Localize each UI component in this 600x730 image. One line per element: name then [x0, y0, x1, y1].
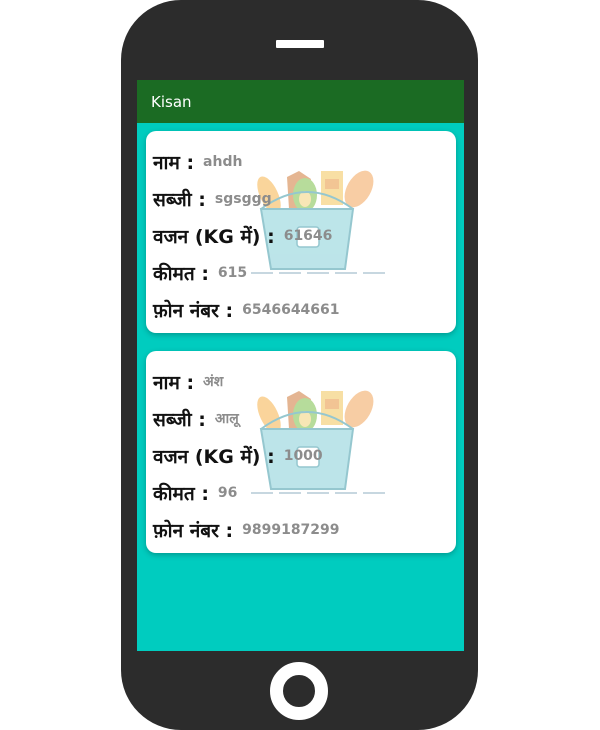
name-value: अंश [203, 374, 224, 390]
listing-card[interactable]: नाम : ahdh सब्जी : sgsggg वजन (KG में) :… [146, 131, 456, 333]
name-label: नाम : [153, 371, 195, 394]
phone-label: फ़ोन नंबर : [153, 299, 234, 322]
vegetable-label: सब्जी : [153, 408, 206, 431]
price-label: कीमत : [153, 482, 209, 505]
price-row: कीमत : 615 [153, 254, 456, 291]
phone-row: फ़ोन नंबर : 9899187299 [153, 511, 456, 548]
vegetable-row: सब्जी : sgsggg [153, 180, 456, 217]
name-value: ahdh [203, 153, 243, 170]
vegetable-row: सब्जी : आलू [153, 400, 456, 437]
vegetable-label: सब्जी : [153, 188, 206, 211]
name-row: नाम : अंश [153, 363, 456, 400]
home-button-icon[interactable] [270, 662, 328, 720]
phone-label: फ़ोन नंबर : [153, 519, 234, 542]
vegetable-value: आलू [214, 411, 239, 427]
price-row: कीमत : 96 [153, 474, 456, 511]
phone-value: 9899187299 [242, 521, 340, 538]
app-bar: Kisan [137, 80, 464, 123]
app-screen: Kisan नाम : ahdh सब्जी: sgsggg वजन (KG … [137, 80, 464, 651]
app-title: Kisan [151, 92, 192, 111]
weight-label: वजन (KG में) : [153, 225, 275, 248]
weight-row: वजन (KG में) : 61646 [153, 217, 456, 254]
weight-value: 61646 [283, 227, 333, 244]
phone-value: 6546644661 [242, 301, 340, 318]
phone-speaker [276, 40, 324, 48]
name-label: नाम : [153, 151, 195, 174]
listing-card[interactable]: नाम : अंश सब्जी : आलू वजन (KG में) : 100… [146, 351, 456, 553]
price-value: 615 [217, 264, 248, 281]
name-row: नाम : ahdh [153, 143, 456, 180]
phone-row: फ़ोन नंबर : 6546644661 [153, 291, 456, 328]
weight-label: वजन (KG में) : [153, 445, 275, 468]
vegetable-value: sgsggg [214, 190, 272, 207]
weight-value: 1000 [283, 447, 323, 464]
price-label: कीमत : [153, 262, 209, 285]
weight-row: वजन (KG में) : 1000 [153, 437, 456, 474]
price-value: 96 [217, 484, 238, 501]
